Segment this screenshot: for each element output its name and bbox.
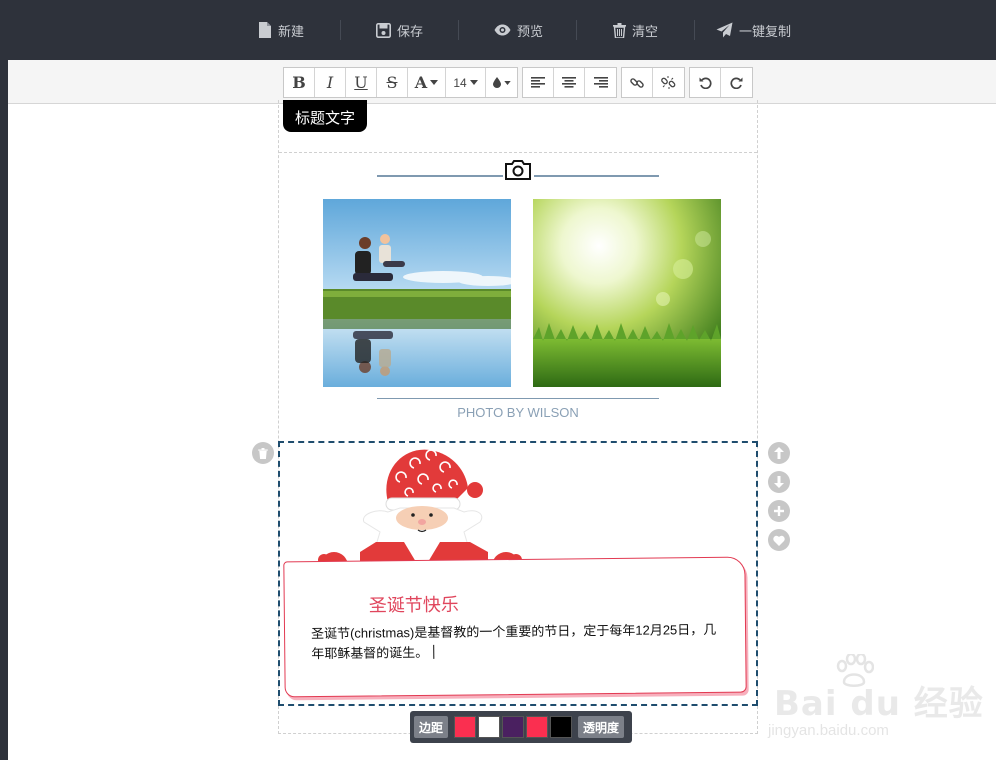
photo-block[interactable]: PHOTO BY WILSON — [279, 152, 757, 442]
background-color-button[interactable] — [486, 68, 517, 97]
photo-caption: PHOTO BY WILSON — [457, 405, 579, 420]
underline-button[interactable]: U — [346, 68, 377, 97]
droplet-icon — [492, 77, 501, 88]
strikethrough-button[interactable]: S — [377, 68, 408, 97]
caret-down-icon — [469, 80, 478, 85]
undo-icon — [699, 77, 711, 89]
align-left-button[interactable] — [523, 68, 554, 97]
trash-icon — [613, 22, 626, 38]
align-group — [522, 67, 617, 98]
photo-top-line-left — [377, 175, 503, 177]
plus-icon — [774, 506, 784, 516]
text-cursor — [433, 644, 435, 659]
eye-icon — [494, 24, 511, 36]
swatch-purple[interactable] — [502, 716, 525, 738]
link-icon — [630, 77, 644, 88]
format-toolbar: B I U S A 14 — [8, 60, 996, 104]
bold-button[interactable]: B — [284, 68, 315, 97]
redo-button[interactable] — [721, 68, 752, 97]
photo-couple-reflection[interactable] — [323, 199, 511, 387]
watermark-logo-text: Bai du 经验 — [774, 684, 984, 724]
clear-button[interactable]: 清空 — [613, 18, 658, 42]
card-body-content: 圣诞节(christmas)是基督教的一个重要的节日，定于每年12月25日，几年… — [310, 621, 717, 662]
link-group — [621, 67, 685, 98]
swatch-white[interactable] — [478, 716, 501, 738]
unlink-icon — [661, 76, 676, 89]
swatch-red-2[interactable] — [526, 716, 549, 738]
greeting-card[interactable]: 圣诞节快乐 圣诞节(christmas)是基督教的一个重要的节日，定于每年12月… — [283, 556, 747, 698]
insert-link-button[interactable] — [622, 68, 653, 97]
top-action-bar: 新建 保存 预览 清空 一键复制 — [0, 0, 996, 60]
font-color-button[interactable]: A — [408, 68, 446, 97]
move-up-button[interactable] — [768, 442, 790, 464]
camera-icon — [505, 160, 531, 180]
font-size-select[interactable]: 14 — [446, 68, 486, 97]
card-title[interactable]: 圣诞节快乐 — [369, 591, 459, 618]
align-left-icon — [531, 77, 545, 88]
file-icon — [259, 22, 271, 38]
heart-icon — [773, 535, 785, 546]
move-down-button[interactable] — [768, 471, 790, 493]
baidu-watermark: Bai du 经验 jingyan.baidu.com — [768, 654, 996, 744]
save-label: 保存 — [397, 24, 424, 40]
caret-down-icon — [430, 80, 439, 85]
italic-button[interactable]: I — [315, 68, 346, 97]
watermark-url: jingyan.baidu.com — [768, 722, 889, 739]
save-button[interactable]: 保存 — [376, 18, 423, 42]
swatch-red[interactable] — [454, 716, 477, 738]
arrow-down-icon — [774, 476, 784, 488]
editor-canvas[interactable]: 标题文字 PHOTO BY WILSON 圣诞节快乐 圣诞节(christmas… — [8, 100, 996, 760]
margin-button[interactable]: 边距 — [414, 716, 449, 738]
add-block-button[interactable] — [768, 500, 790, 522]
left-panel-edge — [0, 60, 8, 760]
floppy-icon — [376, 22, 391, 38]
color-palette-bar: 边距 透明度 — [410, 711, 632, 743]
copy-all-label: 一键复制 — [739, 24, 792, 40]
new-label: 新建 — [278, 24, 305, 40]
photo-top-line-right — [534, 175, 659, 177]
preview-button[interactable]: 预览 — [494, 18, 543, 42]
undo-button[interactable] — [690, 68, 721, 97]
favorite-block-button[interactable] — [768, 529, 790, 551]
align-right-button[interactable] — [585, 68, 616, 97]
redo-icon — [730, 77, 743, 89]
trash-icon — [258, 447, 268, 459]
photo-sunlit-grass[interactable] — [533, 199, 721, 387]
copy-all-button[interactable]: 一键复制 — [716, 18, 791, 42]
caret-down-icon — [503, 80, 511, 85]
clear-label: 清空 — [632, 24, 659, 40]
delete-block-button[interactable] — [252, 442, 274, 464]
remove-link-button[interactable] — [653, 68, 684, 97]
history-group — [689, 67, 753, 98]
text-style-group: B I U S A 14 — [283, 67, 518, 98]
align-center-button[interactable] — [554, 68, 585, 97]
align-center-icon — [562, 77, 576, 88]
send-icon — [716, 22, 733, 38]
arrow-up-icon — [774, 447, 784, 459]
font-size-value: 14 — [453, 75, 467, 90]
title-text-block[interactable]: 标题文字 — [283, 100, 367, 132]
swatch-black[interactable] — [550, 716, 573, 738]
align-right-icon — [593, 77, 608, 88]
photo-bottom-line — [377, 398, 659, 399]
preview-label: 预览 — [517, 24, 544, 40]
new-button[interactable]: 新建 — [258, 18, 304, 42]
font-color-letter: A — [414, 73, 428, 92]
card-body-text[interactable]: 圣诞节(christmas)是基督教的一个重要的节日，定于每年12月25日，几年… — [311, 620, 721, 664]
opacity-button[interactable]: 透明度 — [578, 716, 625, 738]
